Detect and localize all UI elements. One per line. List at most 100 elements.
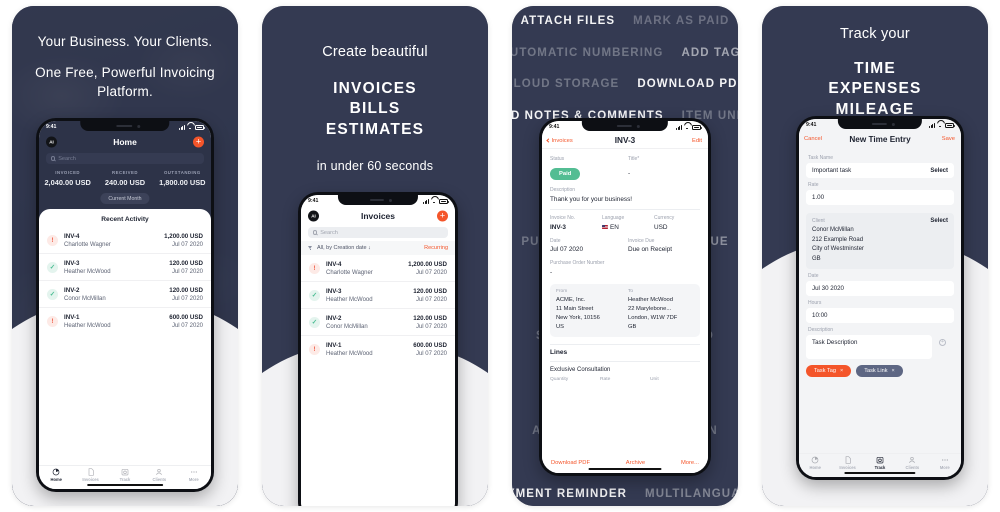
invoices-nav-bar: AI Invoices +	[301, 207, 455, 225]
invoice-amount: 120.00 USD	[169, 286, 203, 294]
list-item[interactable]: ! INV-4 Charlotte Wagner 1,200.00 USD Ju…	[301, 255, 455, 282]
search-input[interactable]: Search	[46, 153, 204, 164]
currency-field[interactable]: Currency USD	[654, 215, 700, 231]
description-field[interactable]: Description Thank you for your business!	[550, 187, 700, 203]
download-pdf-button[interactable]: Download PDF	[551, 460, 590, 466]
line-item[interactable]: Exclusive Consultation	[550, 367, 700, 373]
tab-invoices[interactable]: Invoices	[74, 468, 107, 482]
panel-1-headline-line3: Platform.	[97, 84, 153, 100]
tab-label: Home	[809, 465, 821, 471]
list-item[interactable]: ✓ INV-3 Heather McWood 120.00 USD Jul 07…	[301, 282, 455, 309]
list-item[interactable]: ! INV-1 Heather McWood 600.00 USD Jul 07…	[301, 336, 455, 362]
panel-1-headline-line2: One Free, Powerful Invoicing	[35, 64, 215, 80]
avatar[interactable]: AI	[308, 210, 319, 222]
invoice-date: Jul 07 2020	[415, 323, 447, 330]
client-card[interactable]: Select Client Conor McMillan 212 Example…	[806, 213, 954, 270]
invoice-date: Jul 07 2020	[415, 296, 447, 303]
home-indicator	[844, 472, 916, 474]
back-button[interactable]: Invoices	[546, 138, 573, 144]
description-field[interactable]: Task Description	[806, 335, 932, 360]
task-link-label: Task Link	[864, 368, 888, 375]
title-field[interactable]: Title* -	[628, 156, 700, 180]
invoice-no-value: INV-3	[550, 223, 566, 231]
filter-bar[interactable]: All, by Creation date ↓ Recurring	[301, 241, 455, 255]
stat-label: INVOICED	[55, 170, 81, 175]
table-row[interactable]: ! INV-1 Heather McWood 600.00 USD Jul 07…	[39, 308, 211, 334]
status-icons	[929, 122, 955, 128]
task-name-value: Important task	[812, 167, 852, 174]
task-tag-chip[interactable]: Task Tag ×	[806, 365, 852, 378]
add-button[interactable]: +	[193, 136, 204, 148]
wordcloud-word: ADD TAGS	[681, 46, 738, 59]
rate-label: Rate	[808, 182, 819, 188]
archive-button[interactable]: Archive	[626, 460, 645, 466]
column-quantity: Quantity	[550, 376, 569, 382]
client-name: Heather McWood	[64, 322, 111, 329]
tab-invoices[interactable]: Invoices	[832, 456, 863, 471]
clock-box-icon	[876, 456, 884, 464]
tab-clients[interactable]: Clients	[143, 468, 176, 482]
search-icon	[51, 156, 56, 161]
from-address: From ACME, Inc. 11 Main Street New York,…	[556, 289, 622, 332]
task-name-field[interactable]: Important task Select	[806, 163, 954, 178]
tab-home[interactable]: Home	[40, 468, 73, 482]
client-select-button[interactable]: Select	[930, 218, 948, 224]
page-title: Home	[113, 137, 137, 147]
status-badge: Paid	[550, 168, 581, 180]
table-row[interactable]: ✓ INV-2 Conor McMillan 120.00 USD Jul 07…	[39, 281, 211, 308]
invoice-date: Jul 07 2020	[415, 350, 447, 357]
recurring-link[interactable]: Recurring	[424, 245, 448, 251]
due-field[interactable]: Invoice Due Due on Receipt	[628, 238, 700, 254]
hours-field[interactable]: 10:00	[806, 308, 954, 324]
edit-button[interactable]: Edit	[692, 138, 702, 144]
invoice-amount: 120.00 USD	[169, 259, 203, 267]
invoice-amount: 120.00 USD	[413, 287, 447, 295]
panel-1-headline-line1: Your Business. Your Clients.	[37, 34, 213, 49]
panel-3: ATTACH FILES MARK AS PAID AUTOMATIC NUMBER…	[500, 0, 750, 512]
language-field[interactable]: Language EN	[602, 215, 648, 231]
panel-2-phone: 9:41 AI Invoices + Search All, by Creati…	[298, 192, 458, 506]
client-label: Client	[812, 218, 825, 224]
period-chip[interactable]: Current Month	[100, 193, 150, 205]
tab-clients[interactable]: Clients	[897, 456, 928, 470]
tab-track[interactable]: Track	[865, 456, 896, 470]
more-button[interactable]: More...	[681, 460, 699, 466]
cancel-button[interactable]: Cancel	[804, 136, 822, 142]
rate-field[interactable]: 1.00	[806, 190, 954, 205]
rate-value: 1.00	[812, 194, 825, 201]
tab-home[interactable]: Home	[800, 456, 831, 471]
date-field[interactable]: Date Jul 07 2020	[550, 238, 622, 254]
tab-label: Track	[119, 477, 131, 483]
wordcloud-word: MULTILANGUAGE	[645, 487, 738, 500]
tab-more[interactable]: More	[177, 468, 210, 482]
tab-track[interactable]: Track	[109, 468, 142, 483]
document-icon	[845, 456, 851, 464]
add-button[interactable]: +	[437, 210, 448, 222]
close-icon[interactable]: ×	[840, 368, 843, 374]
client-name: Charlotte Wagner	[326, 269, 373, 276]
avatar[interactable]: AI	[46, 136, 57, 148]
search-input[interactable]: Search	[308, 227, 448, 238]
table-row[interactable]: ! INV-4 Charlotte Wagner 1,200.00 USD Ju…	[39, 227, 211, 254]
save-button[interactable]: Save	[942, 136, 955, 142]
panel-2-phone-screen: 9:41 AI Invoices + Search All, by Creati…	[301, 195, 455, 506]
table-row[interactable]: ✓ INV-3 Heather McWood 120.00 USD Jul 07…	[39, 254, 211, 281]
wordcloud-row: PAYMENT REMINDER MULTILANGUAGE	[512, 488, 738, 500]
date-field[interactable]: Jul 30 2020	[806, 281, 954, 297]
wifi-icon	[684, 125, 690, 130]
title-label: Title*	[628, 156, 640, 162]
tab-more[interactable]: More	[929, 456, 960, 470]
po-field[interactable]: Purchase Order Number -	[550, 260, 700, 276]
task-link-chip[interactable]: Task Link ×	[856, 365, 903, 378]
add-attachment-icon[interactable]: +	[939, 339, 946, 347]
tab-label: Invoices	[839, 465, 856, 471]
search-placeholder: Search	[58, 155, 76, 162]
close-icon[interactable]: ×	[892, 368, 895, 374]
panel-1: Your Business. Your Clients. One Free, P…	[0, 0, 250, 512]
list-item[interactable]: ✓ INV-2 Conor McMillan 120.00 USD Jul 07…	[301, 309, 455, 336]
task-name-select-button[interactable]: Select	[930, 168, 948, 174]
chart-pie-icon	[52, 468, 60, 476]
wordcloud-word: PAYMENT REMINDER	[512, 487, 628, 500]
status-label: Status	[550, 156, 565, 162]
column-unit: Unit	[650, 376, 659, 382]
